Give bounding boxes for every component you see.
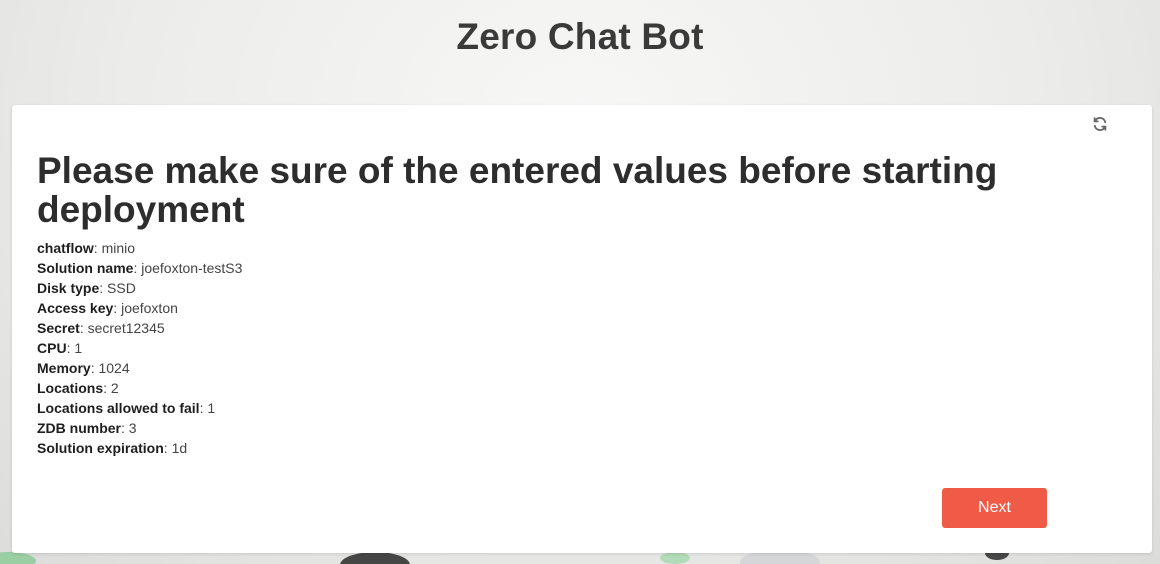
value-label: Secret (37, 320, 80, 336)
entered-values-list: chatflow: minio Solution name: joefoxton… (37, 238, 242, 458)
value-label: Locations allowed to fail (37, 400, 200, 416)
page-heading: Please make sure of the entered values b… (37, 150, 998, 230)
value-item-memory: Memory: 1024 (37, 360, 130, 376)
value-text: secret12345 (87, 320, 165, 336)
value-item-chatflow: chatflow: minio (37, 240, 136, 256)
confirmation-card: Please make sure of the entered values b… (12, 105, 1152, 553)
value-text: 1024 (98, 360, 130, 376)
value-label: Access key (37, 300, 114, 316)
value-text: 2 (110, 380, 119, 396)
value-text: 1 (207, 400, 216, 416)
value-text: joefoxton (121, 300, 178, 316)
value-label: Memory (37, 360, 91, 376)
value-label: Solution expiration (37, 440, 164, 456)
value-text: 3 (128, 420, 137, 436)
value-label: Solution name (37, 260, 134, 276)
refresh-icon[interactable] (1092, 116, 1108, 132)
value-label: CPU (37, 340, 67, 356)
value-label: Disk type (37, 280, 100, 296)
value-text: 1d (171, 440, 188, 456)
value-text: minio (101, 240, 136, 256)
value-text: joefoxton-testS3 (141, 260, 243, 276)
value-item-solution-expiration: Solution expiration: 1d (37, 440, 188, 456)
next-button[interactable]: Next (942, 488, 1047, 528)
value-item-secret: Secret: secret12345 (37, 320, 165, 336)
value-item-cpu: CPU: 1 (37, 340, 83, 356)
value-label: Locations (37, 380, 104, 396)
app-title: Zero Chat Bot (456, 16, 704, 57)
value-text: 1 (74, 340, 83, 356)
value-item-locations-allowed-to-fail: Locations allowed to fail: 1 (37, 400, 216, 416)
value-item-locations: Locations: 2 (37, 380, 119, 396)
value-label: ZDB number (37, 420, 121, 436)
value-item-disk-type: Disk type: SSD (37, 280, 136, 296)
value-item-solution-name: Solution name: joefoxton-testS3 (37, 260, 243, 276)
value-item-access-key: Access key: joefoxton (37, 300, 178, 316)
value-item-zdb-number: ZDB number: 3 (37, 420, 137, 436)
value-text: SSD (107, 280, 136, 296)
value-label: chatflow (37, 240, 94, 256)
